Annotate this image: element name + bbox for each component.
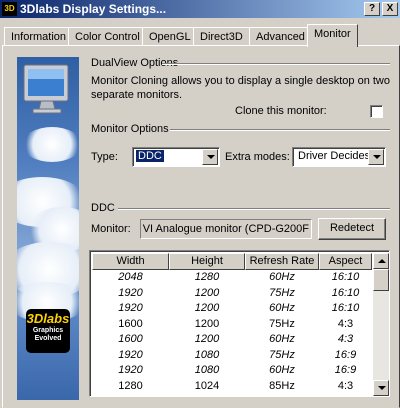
cell-refresh: 60Hz	[269, 364, 295, 376]
tab-information[interactable]: Information	[4, 27, 74, 46]
cell-width: 1920	[118, 364, 143, 376]
cell-refresh: 60Hz	[269, 271, 295, 283]
cell-height: 1200	[194, 317, 220, 330]
cell-aspect: 16:10	[331, 286, 360, 299]
column-refresh-rate[interactable]: Refresh Rate	[245, 253, 319, 270]
clone-label: Clone this monitor:	[235, 105, 327, 117]
cell-width: 1280	[118, 379, 143, 392]
column-height[interactable]: Height	[169, 253, 245, 270]
tab-direct3d[interactable]: Direct3D	[193, 27, 250, 46]
cell-refresh: 75Hz	[269, 286, 295, 299]
type-select-value: DDC	[136, 150, 164, 162]
cell-aspect: 16:10	[331, 302, 360, 314]
ddc-separator	[118, 208, 390, 210]
cell-width: 1280	[92, 394, 169, 396]
monitor-label: Monitor:	[91, 223, 131, 235]
tab-monitor[interactable]: Monitor	[307, 24, 358, 47]
cell-aspect: 4:3	[337, 317, 354, 330]
table-row[interactable]: 1280 1024 85Hz 4:3	[92, 379, 372, 395]
cell-aspect: 16:10	[331, 271, 360, 283]
cell-refresh: 75Hz	[269, 317, 295, 330]
cell-height: 1080	[194, 348, 220, 361]
cell-width: 1600	[118, 317, 143, 330]
chevron-down-icon[interactable]	[202, 149, 218, 165]
cell-aspect: 4:3	[337, 333, 354, 345]
extra-modes-select[interactable]: Driver Decides	[292, 147, 386, 167]
cell-width: 1920	[118, 302, 143, 314]
cell-height: 1200	[194, 286, 220, 299]
cell-height: 1080	[194, 364, 220, 376]
cell-refresh: 60Hz	[269, 333, 295, 345]
cell-height: 1024	[194, 379, 220, 392]
window-title: 3Dlabs Display Settings...	[20, 2, 167, 16]
table-row[interactable]: 1920 1080 75Hz 16:9	[92, 348, 372, 364]
modes-list-header: Width Height Refresh Rate Aspect	[92, 253, 372, 270]
dualview-description-line2: separate monitors.	[91, 89, 183, 101]
dualview-separator	[162, 63, 390, 65]
modes-list[interactable]: Width Height Refresh Rate Aspect 2048 128…	[89, 250, 390, 397]
cell-height: 1200	[194, 333, 220, 345]
table-row[interactable]: 1280102475Hz4:3	[92, 394, 372, 396]
ddc-heading: DDC	[91, 202, 115, 214]
side-banner: 3Dlabs Graphics Evolved	[17, 57, 79, 400]
close-button[interactable]: X	[382, 2, 398, 16]
cell-width: 1600	[118, 333, 143, 345]
cell-height: 1200	[194, 302, 220, 314]
column-aspect[interactable]: Aspect	[319, 253, 372, 270]
cell-refresh: 75Hz	[269, 348, 295, 361]
monitor-name-value: VI Analogue monitor (CPD-G200F	[142, 223, 309, 235]
scroll-thumb[interactable]	[373, 269, 389, 291]
tab-strip: Information Color Control OpenGL Direct3…	[0, 24, 400, 47]
table-row[interactable]: 2048 1280 60Hz 16:10	[92, 270, 372, 286]
table-row[interactable]: 1920 1080 60Hz 16:9	[92, 363, 372, 379]
help-button[interactable]: ?	[364, 2, 380, 16]
redetect-button[interactable]: Redetect	[318, 218, 386, 240]
tab-color-control[interactable]: Color Control	[68, 27, 147, 46]
cell-aspect: 16:9	[334, 364, 357, 376]
scroll-down-button[interactable]	[373, 380, 389, 396]
cell-refresh: 85Hz	[269, 379, 295, 392]
app-icon: 3D	[2, 2, 17, 16]
monitor-options-separator	[170, 129, 390, 131]
table-row[interactable]: 1600 1200 60Hz 4:3	[92, 332, 372, 348]
cell-height: 1280	[194, 271, 220, 283]
cell-aspect: 4:3	[337, 379, 354, 392]
monitor-name-field: VI Analogue monitor (CPD-G200F	[140, 219, 312, 239]
cell-aspect: 4:3	[319, 394, 372, 396]
cell-height: 1024	[169, 394, 245, 396]
cell-refresh: 75Hz	[245, 394, 319, 396]
cell-width: 1920	[118, 286, 143, 299]
modes-list-scrollbar[interactable]	[373, 253, 389, 396]
table-row[interactable]: 1920 1200 75Hz 16:10	[92, 286, 372, 302]
tab-advanced[interactable]: Advanced	[249, 27, 312, 46]
cell-aspect: 16:9	[334, 348, 357, 361]
table-row[interactable]: 1600 1200 75Hz 4:3	[92, 317, 372, 333]
type-label: Type:	[91, 151, 118, 163]
cell-refresh: 60Hz	[269, 302, 295, 314]
title-bar[interactable]: 3D 3Dlabs Display Settings... ? X	[0, 0, 400, 18]
clone-monitor-checkbox[interactable]	[370, 105, 383, 118]
extra-modes-label: Extra modes:	[225, 151, 290, 163]
modes-list-rows: 2048 1280 60Hz 16:10 1920 1200 75Hz 16:10 1920 12…	[92, 270, 372, 396]
scroll-up-button[interactable]	[373, 253, 389, 269]
column-width[interactable]: Width	[92, 253, 169, 270]
chevron-down-icon[interactable]	[368, 149, 384, 165]
monitor-options-heading: Monitor Options	[91, 123, 169, 135]
monitor-icon	[23, 64, 69, 114]
cell-width: 1920	[118, 348, 143, 361]
type-select[interactable]: DDC	[132, 147, 220, 167]
dualview-description-line1: Monitor Cloning allows you to display a …	[91, 75, 390, 87]
cell-width: 2048	[118, 271, 143, 283]
table-row[interactable]: 1920 1200 60Hz 16:10	[92, 301, 372, 317]
3dlabs-logo: 3Dlabs Graphics Evolved	[26, 309, 70, 353]
tab-opengl[interactable]: OpenGL	[142, 27, 198, 46]
extra-modes-select-value: Driver Decides	[298, 150, 371, 162]
